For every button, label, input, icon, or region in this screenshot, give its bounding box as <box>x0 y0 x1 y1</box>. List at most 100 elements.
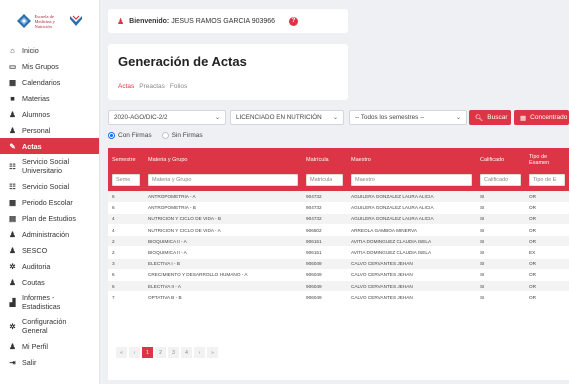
table-cell: BIOQUIMICA II - A <box>144 246 302 259</box>
user-icon: ♟ <box>117 16 125 26</box>
title-card: Generación de Actas Actas Preactas Folio… <box>108 44 348 100</box>
radio-with-signatures[interactable]: Con Firmas <box>108 132 152 139</box>
table-row[interactable]: 2 BIOQUIMICA II - A 906151 AVITIA DOMINGUEZ… <box>108 246 569 259</box>
search-icon: 🔍︎ <box>475 114 484 122</box>
radio-dot[interactable] <box>108 132 115 139</box>
radio-dot[interactable] <box>161 132 169 139</box>
table-row[interactable]: 4 NUTRICION Y CICLO DE VIDA - A 906502 ARRE… <box>108 224 569 237</box>
table-cell: CALVO CERVANTES JEHAN <box>347 269 476 282</box>
sidebar-item-label: SESCO <box>22 245 48 255</box>
filter-semestre-input[interactable]: Seme <box>112 174 140 186</box>
tab-folios[interactable]: Folios <box>170 83 187 90</box>
page-next-button[interactable]: › <box>194 347 205 358</box>
table-cell: 904732 <box>302 202 347 214</box>
sidebar-item-alumnos[interactable]: ♟ Alumnos <box>0 106 99 122</box>
logo-text: Escuela de Medicina y Nutrición <box>34 13 55 29</box>
search-button[interactable]: 🔍︎ Buscar <box>469 110 511 125</box>
summary-button-label: Concentrado <box>530 114 568 121</box>
semester-select[interactable]: -- Todos los semestres -- ⌄ <box>349 110 467 125</box>
table-row[interactable]: 6 ANTROPOMETRIA - A 904732 AGUILERA GONZALE… <box>108 191 569 203</box>
sidebar-item-inicio[interactable]: ⌂ Inicio <box>0 42 99 58</box>
table-cell: SI <box>476 258 525 270</box>
table-cell: EX <box>525 246 569 259</box>
page-button-4[interactable]: 4 <box>181 347 192 358</box>
sidebar-item-label: Servicio Social <box>22 181 70 191</box>
period-select[interactable]: 2020-AGO/DIC-2/2 ⌄ <box>108 110 226 125</box>
header-matricula[interactable]: Matrícula <box>302 148 347 172</box>
sidebar-item-mi[interactable]: ♟ Mi Perfil <box>0 338 99 354</box>
page-button-2[interactable]: 2 <box>155 347 166 358</box>
sidebar-item-periodo[interactable]: ▦ Periodo Escolar <box>0 194 99 210</box>
table-row[interactable]: 6 CRECIMIENTO Y DESARROLLO HUMANO - A 9060… <box>108 269 569 282</box>
table-cell: SI <box>476 202 525 214</box>
table-cell: CALVO CERVANTES JEHAN <box>347 280 476 293</box>
sidebar-item-label: Alumnos <box>22 109 50 119</box>
page-last-button[interactable]: » <box>207 347 218 358</box>
radio-without-signatures[interactable]: Sin Firmas <box>161 132 203 139</box>
table-row[interactable]: 2 BIOQUIMICA II - A 906151 AVITIA DOMINGUEZ… <box>108 235 569 248</box>
sidebar-item-informes[interactable]: ▟ Informes - Estadisticas <box>0 290 99 314</box>
radio-label: Con Firmas <box>118 132 152 139</box>
page-button-1[interactable]: 1 <box>142 347 153 358</box>
filter-tipo-examen-input[interactable]: Tipo de E <box>529 174 565 186</box>
sidebar-item-coutas[interactable]: ♟ Coutas <box>0 274 99 290</box>
search-button-label: Buscar <box>487 114 508 121</box>
period-select-value: 2020-AGO/DIC-2/2 <box>114 114 168 121</box>
table-cell: BIOQUIMICA II - A <box>144 235 302 248</box>
user-gear-icon: ♟ <box>9 277 16 287</box>
table-cell: 6 <box>108 202 144 214</box>
sidebar-item-label: Mis Grupos <box>22 61 59 71</box>
summary-button[interactable]: ▦ Concentrado <box>514 110 569 125</box>
calendar-icon: ▦ <box>8 77 17 87</box>
table-cell: 906049 <box>302 269 347 282</box>
sidebar-item-personal[interactable]: ♟ Personal <box>0 122 99 138</box>
sidebar-item-calendarios[interactable]: ▦ Calendarios <box>0 74 99 90</box>
page-first-button[interactable]: « <box>116 347 127 358</box>
table-row[interactable]: 3 ELECTIVA I - B 906049 CALVO CERVANTES JEH… <box>108 258 569 270</box>
tab-actas[interactable]: Actas <box>118 83 134 90</box>
sidebar-item-plan[interactable]: ▤ Plan de Estudios <box>0 210 99 226</box>
filter-calificado-input[interactable]: Calificado <box>480 174 521 186</box>
sidebar-item-label: Materias <box>22 93 50 103</box>
sidebar-item-mis[interactable]: ▭ Mis Grupos <box>0 58 99 74</box>
filter-maestro-input[interactable]: Maestro <box>351 174 472 186</box>
sidebar-item-servicio[interactable]: ☷ Servicio Social Universitario <box>0 154 99 178</box>
page-button-3[interactable]: 3 <box>168 347 179 358</box>
sidebar-item-label: Actas <box>22 141 42 151</box>
table-cell: NUTRICION Y CICLO DE VIDA - A <box>144 224 302 237</box>
sidebar-item-label: Calendarios <box>22 77 61 87</box>
sidebar-item-materias[interactable]: ■ Materias <box>0 90 99 106</box>
help-icon[interactable]: ? <box>289 16 298 26</box>
page-prev-button[interactable]: ‹ <box>129 347 140 358</box>
table-row[interactable]: 6 ANTROPOMETRIA - B 904732 AGUILERA GONZALE… <box>108 202 569 214</box>
header-maestro[interactable]: Maestro <box>347 148 476 172</box>
table-row[interactable]: 7 OPTATIVA B - B 906049 CALVO CERVANTES JEH… <box>108 291 569 304</box>
sidebar-item-auditoria[interactable]: ✲ Auditoria <box>0 258 99 274</box>
radio-label: Sin Firmas <box>171 132 203 139</box>
sidebar-item-salir[interactable]: ⇥ Salir <box>0 354 99 370</box>
table-row[interactable]: 4 NUTRICION Y CICLO DE VIDA - B 904732 AGUI… <box>108 213 569 226</box>
grid-icon: ▦ <box>520 114 527 122</box>
header-semestre[interactable]: Semestre <box>108 148 144 172</box>
tabs: Actas Preactas Folios <box>118 83 338 90</box>
program-select[interactable]: LICENCIADO EN NUTRICIÓN ⌄ <box>230 110 344 125</box>
sidebar-item-servicio[interactable]: ☷ Servicio Social <box>0 178 99 194</box>
header-tipo-examen[interactable]: Tipo de Examen <box>525 148 569 172</box>
tab-preactas[interactable]: Preactas <box>139 83 165 90</box>
table-cell: OR <box>525 213 569 226</box>
sidebar-item-configuracion[interactable]: ✲ Configuración General <box>0 314 99 338</box>
table-cell: AVITIA DOMINGUEZ CLAUDIA ISELA <box>347 235 476 248</box>
table-cell: OR <box>525 280 569 293</box>
table-cell: NUTRICION Y CICLO DE VIDA - B <box>144 213 302 226</box>
table-row[interactable]: 6 ELECTIVA II - A 906049 CALVO CERVANTES JE… <box>108 280 569 293</box>
sidebar-item-administracion[interactable]: ♟ Administración <box>0 226 99 242</box>
filter-matricula-input[interactable]: Matricula <box>306 174 343 186</box>
sidebar-item-actas[interactable]: ✎ Actas <box>0 138 99 154</box>
table-cell: SI <box>476 269 525 282</box>
school-emblem-icon <box>69 15 82 26</box>
filter-materia-input[interactable]: Materia y Grupo <box>148 174 298 186</box>
sidebar-item-sesco[interactable]: ♟ SESCO <box>0 242 99 258</box>
header-calificado[interactable]: Calificado <box>476 148 525 172</box>
table-icon: ☷ <box>9 181 16 191</box>
header-materia[interactable]: Materia y Grupo <box>144 148 302 172</box>
